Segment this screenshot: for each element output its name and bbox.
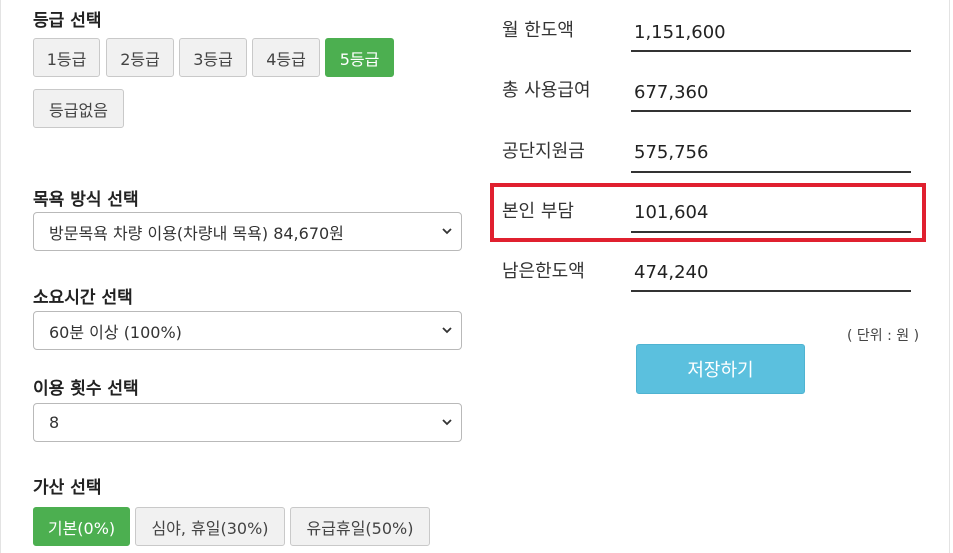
remaining-limit-label: 남은한도액 xyxy=(502,261,585,282)
total-usage-label: 총 사용급여 xyxy=(502,80,591,101)
total-usage-underline xyxy=(631,110,911,112)
remaining-limit-underline xyxy=(631,290,911,292)
chevron-down-icon xyxy=(442,419,452,426)
save-button[interactable]: 저장하기 xyxy=(636,344,805,394)
self-pay-highlight-box xyxy=(490,183,926,242)
duration-title: 소요시간 선택 xyxy=(33,288,133,308)
remaining-limit-value: 474,240 xyxy=(634,262,709,283)
usage-count-value: 8 xyxy=(49,413,60,432)
surcharge-button-paid-holiday[interactable]: 유급휴일(50%) xyxy=(290,507,430,546)
usage-count-title: 이용 횟수 선택 xyxy=(33,379,139,399)
bath-method-select[interactable]: 방문목욕 차량 이용(차량내 목욕) 84,670원 xyxy=(33,212,462,251)
grade-button-4[interactable]: 4등급 xyxy=(252,38,320,77)
grade-button-2[interactable]: 2등급 xyxy=(106,38,174,77)
corp-support-underline xyxy=(631,171,911,173)
surcharge-button-night-holiday[interactable]: 심야, 휴일(30%) xyxy=(135,507,285,546)
grade-button-5[interactable]: 5등급 xyxy=(325,38,394,77)
surcharge-button-basic[interactable]: 기본(0%) xyxy=(33,507,130,546)
surcharge-title: 가산 선택 xyxy=(33,478,102,498)
frame-border-right xyxy=(949,0,950,553)
bath-method-title: 목욕 방식 선택 xyxy=(33,190,139,210)
monthly-limit-underline xyxy=(631,50,911,52)
grade-button-none[interactable]: 등급없음 xyxy=(33,89,124,128)
usage-count-select[interactable]: 8 xyxy=(33,403,462,442)
grade-button-1[interactable]: 1등급 xyxy=(33,38,100,77)
frame-border-left xyxy=(0,0,1,553)
chevron-down-icon xyxy=(442,228,452,235)
duration-value: 60분 이상 (100%) xyxy=(49,322,182,342)
monthly-limit-label: 월 한도액 xyxy=(502,20,574,41)
bath-method-value: 방문목욕 차량 이용(차량내 목욕) 84,670원 xyxy=(49,223,344,243)
monthly-limit-value: 1,151,600 xyxy=(634,22,726,43)
corp-support-label: 공단지원금 xyxy=(502,141,585,162)
corp-support-value: 575,756 xyxy=(634,142,709,163)
duration-select[interactable]: 60분 이상 (100%) xyxy=(33,311,462,350)
grade-section-title: 등급 선택 xyxy=(33,11,102,31)
grade-button-3[interactable]: 3등급 xyxy=(179,38,247,77)
chevron-down-icon xyxy=(442,327,452,334)
total-usage-value: 677,360 xyxy=(634,82,709,103)
unit-note: ( 단위 : 원 ) xyxy=(847,328,920,344)
